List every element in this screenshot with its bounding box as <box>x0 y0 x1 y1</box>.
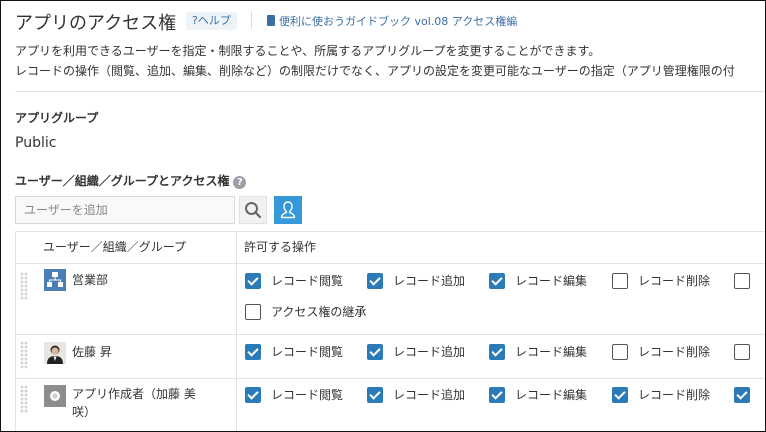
drag-handle[interactable] <box>20 385 28 413</box>
perm-label: レコード追加 <box>393 274 466 288</box>
search-button[interactable] <box>239 196 267 224</box>
page-title: アプリのアクセス権 <box>15 13 177 34</box>
user-icon <box>280 201 296 219</box>
access-table: ユーザー／組織／グループ 許可する操作 営業部 レコード閲覧 レコード追加 レコ… <box>15 231 765 431</box>
guide-book-label[interactable]: 便利に使おうガイドブック vol.08 アクセス権編 <box>279 15 517 28</box>
app-group-value: Public <box>15 135 57 151</box>
checkbox[interactable] <box>245 273 261 289</box>
book-icon <box>267 15 275 26</box>
section-divider <box>15 91 765 92</box>
checkbox[interactable] <box>489 344 505 360</box>
column-header-permissions: 許可する操作 <box>244 240 317 254</box>
perm-label: レコード削除 <box>638 345 711 359</box>
checkbox[interactable] <box>734 344 750 360</box>
entity-name-line-2: 咲） <box>72 405 97 419</box>
perm-label: レコード削除 <box>638 274 711 288</box>
entity-name: 営業部 <box>72 273 109 287</box>
help-link[interactable]: ?ヘルプ <box>186 12 237 30</box>
table-row: 営業部 レコード閲覧 レコード追加 レコード編集 レコード削除 アクセス権の継承 <box>16 264 765 334</box>
perm-label: レコード閲覧 <box>271 274 344 288</box>
search-icon <box>245 202 262 219</box>
checkbox[interactable] <box>612 387 628 403</box>
drag-handle[interactable] <box>20 341 28 369</box>
entity-name: 佐藤 昇 <box>72 345 112 359</box>
access-heading-label: ユーザー／組織／グループとアクセス権 <box>15 174 230 188</box>
perm-label: レコード閲覧 <box>271 345 344 359</box>
checkbox[interactable] <box>734 387 750 403</box>
org-icon <box>44 269 66 291</box>
description-line-2: レコードの操作（閲覧、追加、編集、削除など）の制限だけでなく、アプリの設定を変更… <box>15 64 735 78</box>
perm-label: レコード閲覧 <box>271 388 344 402</box>
perm-label: レコード編集 <box>515 274 588 288</box>
entity-name-line-1: アプリ作成者（加藤 美 <box>72 387 196 401</box>
checkbox[interactable] <box>612 273 628 289</box>
perm-label: レコード削除 <box>638 388 711 402</box>
checkbox[interactable] <box>734 273 750 289</box>
app-access-settings: アプリのアクセス権 ?ヘルプ 便利に使おうガイドブック vol.08 アクセス権… <box>0 0 766 432</box>
checkbox[interactable] <box>489 387 505 403</box>
divider <box>251 11 252 29</box>
guide-book-link[interactable]: 便利に使おうガイドブック vol.08 アクセス権編 <box>267 13 517 29</box>
table-row: アプリ作成者（加藤 美 咲） レコード閲覧 レコード追加 レコード編集 レコード… <box>16 379 765 431</box>
description-line-1: アプリを利用できるユーザーを指定・制限することや、所属するアプリグループを変更す… <box>15 44 601 58</box>
checkbox[interactable] <box>367 344 383 360</box>
question-icon[interactable]: ? <box>233 176 247 189</box>
creator-icon <box>44 385 66 407</box>
add-user-input[interactable] <box>15 196 235 224</box>
checkbox[interactable] <box>367 273 383 289</box>
checkbox[interactable] <box>245 387 261 403</box>
table-row: 佐藤 昇 レコード閲覧 レコード追加 レコード編集 レコード削除 <box>16 335 765 378</box>
perm-label: レコード編集 <box>515 388 588 402</box>
checkbox[interactable] <box>367 387 383 403</box>
perm-label: レコード追加 <box>393 388 466 402</box>
drag-handle[interactable] <box>20 272 28 300</box>
checkbox[interactable] <box>245 344 261 360</box>
perm-label: レコード編集 <box>515 345 588 359</box>
checkbox[interactable] <box>612 344 628 360</box>
perm-label: レコード追加 <box>393 345 466 359</box>
perm-label: アクセス権の継承 <box>271 305 367 319</box>
description: アプリを利用できるユーザーを指定・制限することや、所属するアプリグループを変更す… <box>15 41 735 81</box>
entity-name: アプリ作成者（加藤 美 咲） <box>72 385 196 421</box>
checkbox[interactable] <box>245 304 261 320</box>
checkbox[interactable] <box>489 273 505 289</box>
user-select-button[interactable] <box>274 196 302 224</box>
app-group-heading: アプリグループ <box>15 111 99 125</box>
access-heading: ユーザー／組織／グループとアクセス権? <box>15 172 247 189</box>
column-header-entity: ユーザー／組織／グループ <box>43 240 187 254</box>
user-photo <box>44 342 66 364</box>
